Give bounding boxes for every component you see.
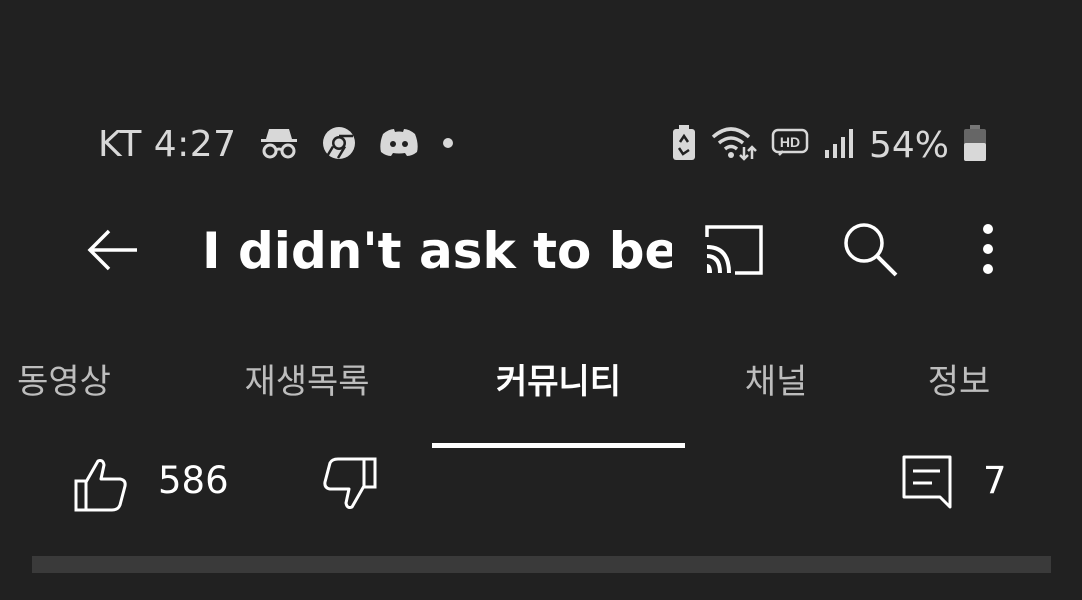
incognito-icon xyxy=(259,125,299,165)
battery-icon xyxy=(963,124,987,166)
dot-icon xyxy=(441,135,455,154)
search-button[interactable] xyxy=(840,219,902,281)
battery-saver-icon xyxy=(671,124,697,166)
status-bar: KT 4:27 HD 54% xyxy=(0,118,1082,174)
cast-button[interactable] xyxy=(703,223,765,277)
like-button[interactable] xyxy=(72,455,130,515)
tab-community[interactable]: 커뮤니티 xyxy=(432,345,685,419)
section-divider xyxy=(32,556,1051,573)
comment-icon xyxy=(902,455,952,509)
thumbs-up-icon xyxy=(74,459,127,512)
comment-button[interactable] xyxy=(900,451,955,513)
status-bar-left: KT 4:27 xyxy=(98,124,455,165)
discord-icon xyxy=(379,126,419,164)
thumbs-down-icon xyxy=(323,457,377,509)
tab-channels[interactable]: 채널 xyxy=(720,345,832,419)
tab-about[interactable]: 정보 xyxy=(900,345,1018,419)
status-bar-right: HD 54% xyxy=(657,124,987,166)
search-icon xyxy=(844,223,898,277)
tab-videos[interactable]: 동영상 xyxy=(0,345,144,419)
page-title: I didn't ask to be… xyxy=(202,222,672,280)
carrier-time: KT 4:27 xyxy=(98,124,237,165)
chrome-icon xyxy=(321,125,357,165)
dislike-button[interactable] xyxy=(320,453,380,513)
battery-percent: 54% xyxy=(868,124,949,166)
hd-voice-icon: HD xyxy=(771,127,809,163)
post-actions: 586 7 xyxy=(0,445,1082,525)
more-vert-icon xyxy=(983,224,993,274)
more-options-button[interactable] xyxy=(966,219,1010,281)
back-arrow-icon xyxy=(87,229,137,271)
channel-tabs: 동영상 재생목록 커뮤니티 채널 정보 xyxy=(0,345,1082,450)
like-count: 586 xyxy=(158,459,229,502)
app-bar: I didn't ask to be… xyxy=(0,205,1082,295)
signal-icon xyxy=(823,126,855,164)
svg-text:HD: HD xyxy=(780,134,800,150)
cast-icon xyxy=(705,225,763,275)
comment-count: 7 xyxy=(983,459,1007,502)
tab-playlists[interactable]: 재생목록 xyxy=(222,345,392,419)
back-button[interactable] xyxy=(85,221,143,279)
wifi-icon xyxy=(711,125,757,165)
